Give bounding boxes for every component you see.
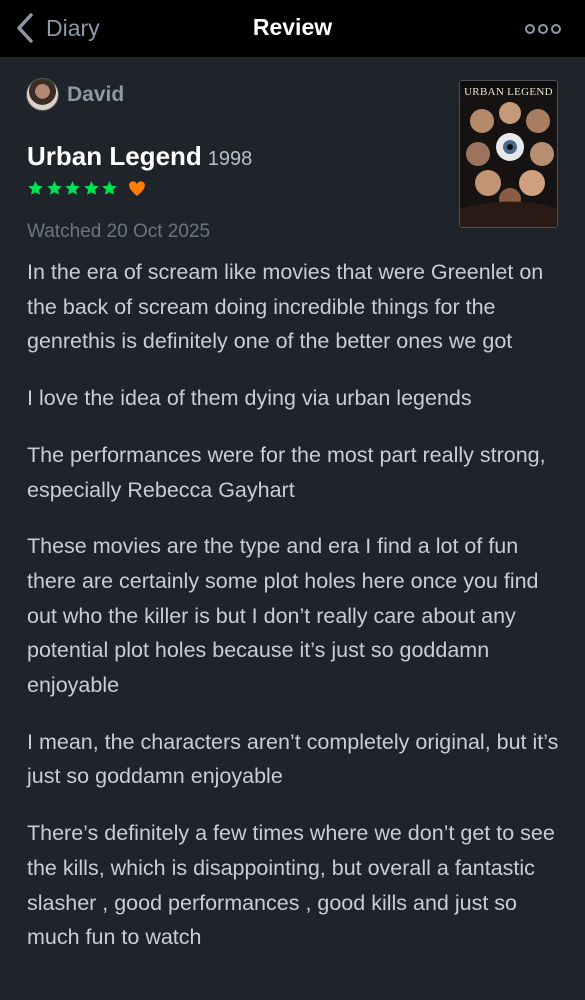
movie-title[interactable]: Urban Legend bbox=[27, 141, 202, 172]
page-title: Review bbox=[252, 14, 333, 40]
review-paragraph: I love the idea of them dying via urban … bbox=[27, 386, 472, 411]
top-navigation-bar: Diary Review bbox=[0, 0, 585, 57]
review-paragraph: There’s definitely a few times where we … bbox=[27, 821, 555, 950]
watched-date: Watched 20 Oct 2025 bbox=[27, 221, 211, 242]
more-dot-icon bbox=[551, 24, 561, 34]
author-name[interactable]: David bbox=[67, 83, 124, 107]
movie-title-row: Urban Legend 1998 bbox=[27, 141, 252, 172]
author-row[interactable]: David bbox=[26, 78, 124, 111]
star-icon bbox=[65, 181, 80, 195]
poster-title-text: URBAN LEGEND bbox=[464, 86, 553, 98]
movie-poster[interactable]: URBAN LEGEND bbox=[459, 80, 558, 228]
poster-artwork bbox=[460, 99, 557, 227]
review-text: In the era of scream like movies that we… bbox=[27, 255, 567, 977]
review-paragraph: I mean, the characters aren’t completely… bbox=[27, 729, 559, 789]
more-dot-icon bbox=[538, 24, 548, 34]
review-paragraph: In the era of scream like movies that we… bbox=[27, 260, 544, 354]
review-paragraph: The performances were for the most part … bbox=[27, 442, 546, 502]
rating-row bbox=[27, 180, 146, 197]
movie-year[interactable]: 1998 bbox=[208, 148, 253, 171]
star-icon bbox=[28, 181, 43, 195]
star-icon bbox=[46, 181, 62, 195]
star-icon bbox=[102, 181, 117, 195]
avatar[interactable] bbox=[26, 78, 59, 111]
more-dot-icon bbox=[525, 24, 535, 34]
star-icon bbox=[83, 181, 99, 195]
more-options-button[interactable] bbox=[525, 19, 561, 39]
review-paragraph: These movies are the type and era I find… bbox=[27, 534, 539, 698]
heart-icon bbox=[128, 181, 145, 196]
